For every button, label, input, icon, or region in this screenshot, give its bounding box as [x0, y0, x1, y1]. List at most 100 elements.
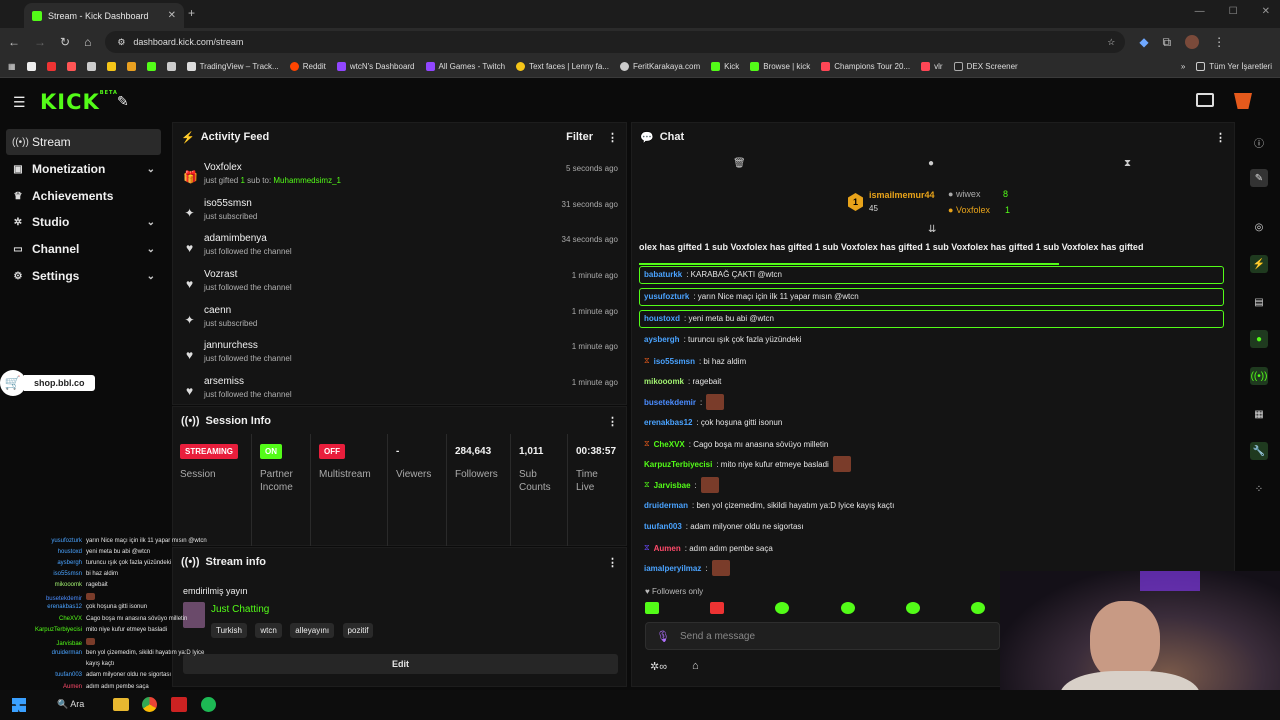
edit-wand-icon[interactable]: ✎ — [117, 93, 129, 110]
overlay-chat-message: tuufan003 adam milyoner oldu ne sigortası — [55, 672, 172, 678]
apps-icon[interactable]: ⁘ — [1250, 480, 1268, 498]
more-bookmarks-icon[interactable]: » — [1181, 62, 1185, 71]
tag-item[interactable]: alleyayını — [290, 623, 335, 638]
taskbar-search[interactable]: 🔍 Ara — [57, 699, 84, 710]
bookmark-dex-screener[interactable]: DEX Screener — [953, 62, 1018, 71]
lightning-icon: ⚡ — [181, 131, 195, 144]
lightning-icon[interactable]: ⚡ — [1250, 255, 1268, 273]
more-options-icon[interactable]: ⋮ — [607, 556, 618, 569]
bookmark-kick[interactable]: Kick — [711, 62, 739, 71]
game-icon[interactable] — [146, 62, 156, 71]
info-icon[interactable]: ⓘ — [1250, 133, 1268, 151]
y-icon[interactable] — [106, 62, 116, 71]
tab-title: Stream - Kick Dashboard — [48, 10, 149, 21]
app-icon[interactable] — [171, 697, 187, 712]
filter-button[interactable]: Filter — [566, 131, 593, 143]
emote-icon[interactable] — [840, 602, 855, 614]
trash-icon[interactable]: 🗑 — [733, 158, 746, 169]
sidebar-item-studio[interactable]: ✲ Studio ⌄ — [6, 209, 161, 235]
sidebar-item-achievements[interactable]: ♛ Achievements — [6, 183, 161, 209]
tag-item[interactable]: pozitif — [342, 623, 374, 638]
sidebar-item-stream[interactable]: ((•)) Stream — [6, 129, 161, 155]
bookmark-star-icon[interactable]: ☆ — [1107, 37, 1115, 48]
neon-light — [1140, 571, 1200, 591]
bookmark-browse-kick[interactable]: Browse | kick — [750, 62, 810, 71]
more-options-icon[interactable]: ⋮ — [607, 415, 618, 428]
bookmark-wtcn-dashboard[interactable]: wtcN's Dashboard — [336, 62, 415, 71]
settings-link-icon[interactable]: ✲∞ — [650, 660, 667, 673]
sidebar-item-settings[interactable]: ⚙ Settings ⌄ — [6, 263, 161, 289]
more-options-icon[interactable]: ⋮ — [1215, 131, 1226, 144]
maximize-icon[interactable]: ☐ — [1229, 6, 1238, 17]
emote-icon[interactable] — [970, 602, 985, 614]
x-icon[interactable] — [26, 62, 36, 71]
bookmark-feritkarakaya[interactable]: FeritKarakaya.com — [619, 62, 700, 71]
edit-button[interactable]: Edit — [183, 654, 618, 674]
file-explorer-icon[interactable] — [113, 698, 129, 711]
close-window-icon[interactable]: ✕ — [1262, 6, 1270, 17]
emote-icon[interactable] — [645, 602, 659, 614]
chat-bubble-small-icon[interactable]: ● — [928, 158, 934, 169]
emote-icon[interactable] — [710, 602, 725, 614]
camera-icon[interactable] — [1196, 93, 1214, 107]
filter-down-icon[interactable]: ⇊ — [928, 224, 936, 235]
reddit-small-icon[interactable] — [66, 62, 76, 71]
web-icon[interactable] — [86, 62, 96, 71]
hamburger-menu-icon[interactable]: ☰ — [13, 94, 26, 111]
session-info-title: Session Info — [205, 415, 271, 427]
document-icon[interactable]: ▤ — [1250, 293, 1268, 311]
broadcast-icon[interactable]: ((•)) — [1250, 367, 1268, 385]
close-tab-icon[interactable]: ✕ — [168, 10, 176, 21]
apps-grid-icon[interactable]: ▦ — [8, 62, 16, 71]
bookmark-tradingview[interactable]: TradingView – Track... — [186, 62, 279, 71]
streaming-badge: STREAMING — [180, 444, 238, 459]
bookmark-lenny[interactable]: Text faces | Lenny fa... — [516, 62, 609, 71]
overlay-chat-message: erenakbas12 çok hoşuna gitti isonun — [47, 604, 148, 610]
spotify-icon[interactable] — [201, 697, 216, 712]
pencil-icon[interactable]: ✎ — [1250, 169, 1268, 187]
windows-start-icon[interactable] — [12, 698, 26, 712]
tag-item[interactable]: wtcn — [255, 623, 282, 638]
back-icon[interactable]: ← — [8, 35, 20, 49]
store-icon[interactable]: ⌂ — [692, 660, 699, 672]
bookmark-twitch[interactable]: All Games - Twitch — [425, 62, 505, 71]
url-field[interactable]: ⚙ dashboard.kick.com/stream ☆ — [105, 31, 1126, 53]
puzzle-icon[interactable]: ⧉ — [1163, 35, 1172, 50]
chat-message: ⧖ CheXVX: Cago boşa mı anasına sövüyo mil… — [644, 439, 829, 449]
emote-icon[interactable] — [775, 602, 790, 614]
browser-tab[interactable]: Stream - Kick Dashboard ✕ — [24, 3, 184, 28]
new-tab-icon[interactable]: + — [188, 6, 195, 20]
chat-input[interactable]: 🎙 Send a message — [645, 622, 1000, 650]
hourglass-icon[interactable]: ⧗ — [1124, 158, 1131, 169]
overlay-chat-message: aysbergh turuncu ışık çok fazla yüzündeki — [57, 560, 172, 566]
printer-icon[interactable]: ▦ — [1250, 405, 1268, 423]
site-info-icon[interactable]: ⚙ — [117, 37, 125, 48]
all-bookmarks[interactable]: Tüm Yer İşaretleri — [1196, 62, 1272, 71]
g-icon[interactable] — [126, 62, 136, 71]
chat-bubble-icon[interactable]: ● — [1250, 330, 1268, 348]
chrome-icon[interactable] — [142, 697, 157, 712]
sidebar-item-channel[interactable]: ▭ Channel ⌄ — [6, 236, 161, 262]
bookmark-champions-tour[interactable]: Champions Tour 20... — [821, 62, 910, 71]
microphone-icon[interactable]: 🎙 — [656, 630, 670, 643]
target-icon[interactable]: ◎ — [1250, 218, 1268, 236]
youtube-icon[interactable] — [46, 62, 56, 71]
extension-icon[interactable]: ◆ — [1139, 35, 1148, 49]
globe-icon[interactable] — [166, 62, 176, 71]
overlay-chat-message: houstoxd yeni meta bu abi @wtcn — [57, 549, 151, 555]
menu-dots-icon[interactable]: ⋮ — [1213, 35, 1225, 49]
profile-avatar[interactable] — [1185, 35, 1200, 49]
sidebar-item-monetization[interactable]: ▣ Monetization ⌄ — [6, 156, 161, 182]
emote-icon[interactable] — [905, 602, 920, 614]
bookmark-vlr[interactable]: vlr — [921, 62, 943, 71]
window-controls: — ☐ ✕ — [1195, 6, 1270, 17]
followers-only-label: ♥ Followers only — [645, 587, 704, 596]
kick-logo[interactable]: KICKBETA — [40, 90, 118, 114]
reload-icon[interactable]: ↻ — [60, 35, 70, 49]
minimize-icon[interactable]: — — [1195, 6, 1205, 17]
wrench-icon[interactable]: 🔧 — [1250, 442, 1268, 460]
forward-icon[interactable]: → — [34, 35, 46, 49]
bookmark-reddit[interactable]: Reddit — [289, 62, 326, 71]
more-options-icon[interactable]: ⋮ — [607, 131, 618, 144]
home-icon[interactable]: ⌂ — [84, 35, 91, 49]
